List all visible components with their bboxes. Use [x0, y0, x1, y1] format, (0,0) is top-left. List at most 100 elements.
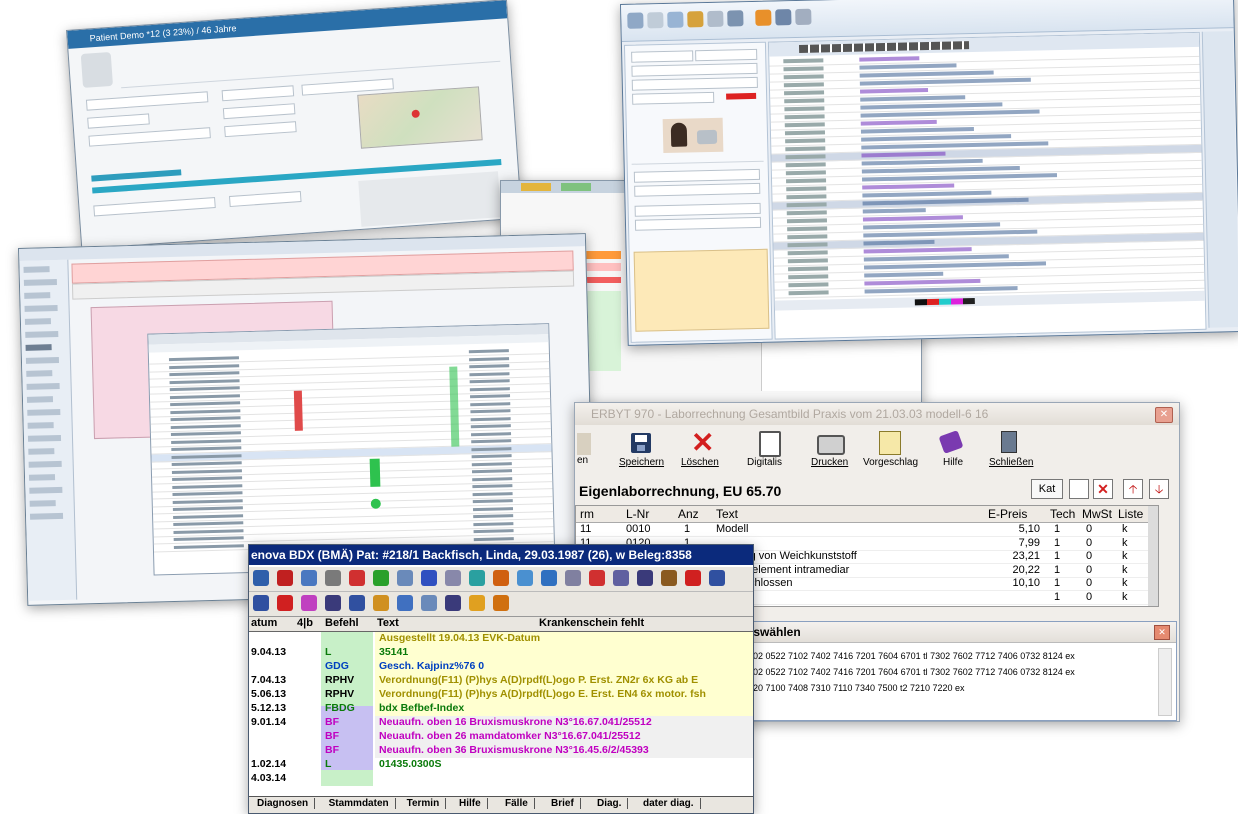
toolbar2-icon-2[interactable]	[277, 595, 293, 611]
record-row[interactable]: 5.12.13 FBDG bdx Befbef-Index	[249, 702, 753, 716]
lab-invoice-titlebar[interactable]: ERBYT 970 - Laborrechnung Gesamtbild Pra…	[575, 403, 1179, 425]
toolbar-icon-7[interactable]	[397, 570, 413, 586]
toolbar-icon-1[interactable]	[253, 570, 269, 586]
toolbar2-icon-6[interactable]	[373, 595, 389, 611]
sidebar-item[interactable]	[26, 370, 53, 377]
selection-list[interactable]: 002 0522 7102 7402 7416 7201 7604 6701 t…	[748, 648, 1158, 712]
record-row[interactable]: 9.01.14 BF Neuaufn. oben 16 Bruxismuskrone…	[249, 716, 753, 730]
status-tab[interactable]: Brief	[545, 798, 581, 809]
sidebar-item[interactable]	[26, 382, 60, 390]
toolbar-icon-14[interactable]	[565, 570, 581, 586]
ribbon-icon-6[interactable]	[727, 10, 744, 27]
toolbar-button-help[interactable]: Hilfe	[931, 427, 975, 473]
patient-record-titlebar[interactable]: enova BDX (BMÄ) Pat: #218/1 Backfisch, L…	[249, 545, 753, 565]
ribbon-icon-4[interactable]	[687, 11, 704, 28]
sidebar-item[interactable]	[28, 474, 56, 481]
record-row[interactable]: 1.02.14 L 01435.0300S	[249, 758, 753, 772]
note-area[interactable]	[633, 248, 770, 332]
sidebar-item[interactable]	[28, 460, 62, 468]
list-item[interactable]: 020 7100 7408 7310 7110 7340 7500 t2 721…	[748, 680, 1158, 696]
toolbar-button-en[interactable]: en	[575, 427, 605, 473]
toolbar-button-suggest[interactable]: Vorgeschlag	[859, 427, 919, 473]
sidebar-item[interactable]	[28, 448, 55, 455]
toolbar2-icon-3[interactable]	[301, 595, 317, 611]
sidebar-item[interactable]	[27, 408, 61, 416]
toolbar-button-close[interactable]: Schließen	[983, 427, 1039, 473]
status-tab[interactable]: Diag.	[591, 798, 629, 809]
sidebar-item[interactable]	[25, 356, 60, 364]
record-row[interactable]: 7.04.13 RPHV Verordnung(F11) (P)hys A(D)rp…	[249, 674, 753, 688]
toolbar-button-print[interactable]: Drucken	[801, 427, 857, 473]
toolbar2-icon-4[interactable]	[325, 595, 341, 611]
toolbar-icon-16[interactable]	[613, 570, 629, 586]
sidebar-item[interactable]	[27, 434, 62, 442]
toolbar-icon-19[interactable]	[685, 570, 701, 586]
toolbar2-icon-11[interactable]	[493, 595, 509, 611]
toolbar2-icon-8[interactable]	[421, 595, 437, 611]
toolbar-icon-2[interactable]	[277, 570, 293, 586]
toolbar-icon-18[interactable]	[661, 570, 677, 586]
status-tab[interactable]: Hilfe	[453, 798, 488, 809]
status-tab[interactable]: dater diag.	[637, 798, 701, 809]
toolbar2-icon-1[interactable]	[253, 595, 269, 611]
toolbar-icon-11[interactable]	[493, 570, 509, 586]
toolbar-button-digital[interactable]: Digitalis	[741, 427, 797, 473]
close-button[interactable]: ✕	[1155, 407, 1173, 423]
record-row[interactable]: Ausgestellt 19.04.13 EVK-Datum	[249, 632, 753, 646]
toolbar-icon-17[interactable]	[637, 570, 653, 586]
sidebar-item[interactable]	[29, 486, 63, 494]
table-scrollbar[interactable]	[1148, 506, 1158, 606]
sidebar-item[interactable]	[27, 422, 54, 429]
ribbon-icon-9[interactable]	[795, 8, 812, 26]
record-row[interactable]: GDG Gesch. Kajpinz%76 0	[249, 660, 753, 674]
toolbar-icon-12[interactable]	[517, 570, 533, 586]
sidebar-item[interactable]	[26, 396, 54, 403]
toolbar2-icon-5[interactable]	[349, 595, 365, 611]
status-tab[interactable]: Termin	[401, 798, 447, 809]
status-tab[interactable]: Fälle	[499, 798, 535, 809]
toolbar-icon-13[interactable]	[541, 570, 557, 586]
status-tab[interactable]: Stammdaten	[323, 798, 396, 809]
move-up-icon[interactable]: 🡡	[1123, 479, 1143, 499]
sidebar-item[interactable]	[23, 266, 50, 273]
ribbon-icon-7[interactable]	[755, 9, 772, 26]
selection-scrollbar[interactable]	[1158, 648, 1172, 716]
toolbar2-icon-10[interactable]	[469, 595, 485, 611]
toolbar2-icon-7[interactable]	[397, 595, 413, 611]
record-row[interactable]: BF Neuaufn. oben 36 Bruxismuskrone N3°16.…	[249, 744, 753, 758]
ribbon-icon-5[interactable]	[707, 10, 724, 28]
toolbar-icon-20[interactable]	[709, 570, 725, 586]
toolbar-icon-15[interactable]	[589, 570, 605, 586]
sidebar-item[interactable]	[24, 304, 58, 312]
toolbar-icon-9[interactable]	[445, 570, 461, 586]
record-row[interactable]: 5.06.13 RPHV Verordnung(F11) (P)hys A(D)rp…	[249, 688, 753, 702]
toolbar-icon-6[interactable]	[373, 570, 389, 586]
toolbar-icon-10[interactable]	[469, 570, 485, 586]
ribbon-icon-1[interactable]	[627, 12, 644, 29]
list-item[interactable]: 002 0522 7102 7402 7416 7201 7604 6701 t…	[748, 664, 1158, 680]
toolbar2-icon-9[interactable]	[445, 595, 461, 611]
toolbar-icon-3[interactable]	[301, 570, 317, 586]
sidebar-item[interactable]	[24, 292, 51, 299]
toolbar-icon-8[interactable]	[421, 570, 437, 586]
record-row[interactable]: BF Neuaufn. oben 26 mamdatomker N3°16.67.…	[249, 730, 753, 744]
record-row[interactable]: 4.03.14	[249, 772, 753, 786]
record-row[interactable]: 9.04.13 L 35141	[249, 646, 753, 660]
toolbar-icon-4[interactable]	[325, 570, 341, 586]
toolbar-button-save[interactable]: Speichern	[615, 427, 671, 473]
table-row[interactable]: 11 0010 1 Modell 5,10 1 0 k	[576, 523, 1148, 537]
delete-row-icon[interactable]: ✕	[1093, 479, 1113, 499]
sidebar-item[interactable]	[25, 344, 52, 351]
sidebar-item[interactable]	[24, 318, 52, 325]
patient-window-titlebar[interactable]: Patient Demo *12 (3 23%) / 46 Jahre	[67, 0, 508, 49]
move-down-icon[interactable]: 🡣	[1149, 479, 1169, 499]
kat-button[interactable]: Kat	[1031, 479, 1063, 499]
toolbar-icon-5[interactable]	[349, 570, 365, 586]
selection-close-button[interactable]: ✕	[1154, 625, 1170, 640]
sidebar-item[interactable]	[23, 278, 57, 286]
ribbon-icon-2[interactable]	[647, 12, 664, 29]
status-tab[interactable]: Diagnosen	[251, 798, 316, 809]
toolbar-button-delete[interactable]: ✕ Löschen	[675, 427, 731, 473]
sidebar-item[interactable]	[25, 330, 59, 338]
sidebar-item[interactable]	[29, 512, 64, 520]
